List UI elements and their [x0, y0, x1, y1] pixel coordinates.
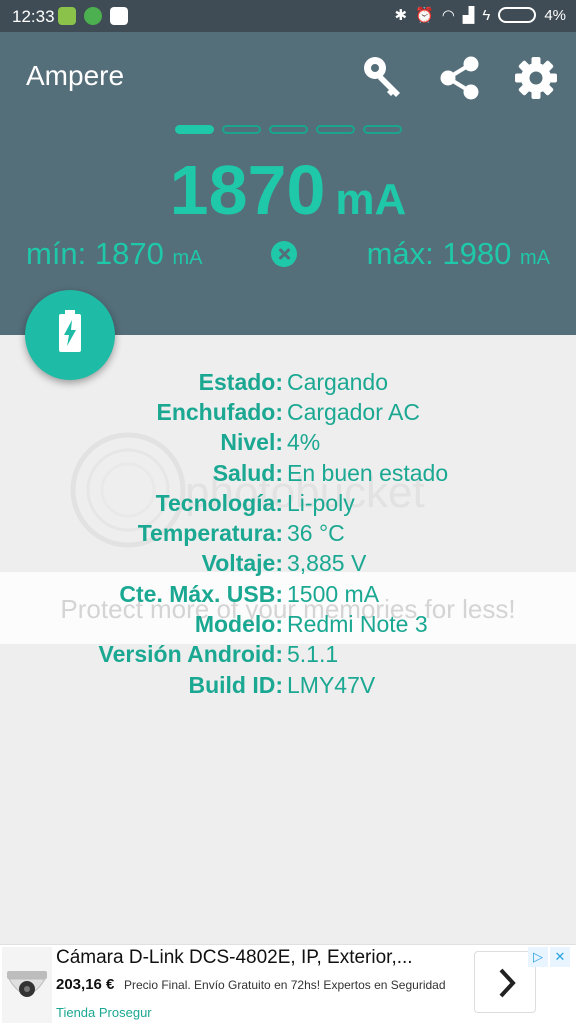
ad-store[interactable]: Tienda Prosegur [56, 1005, 152, 1020]
page-dot[interactable] [175, 125, 214, 134]
min-label: mín: [26, 236, 87, 271]
info-row: Versión Android: 5.1.1 [0, 640, 576, 670]
current-reading: 1870 mA [0, 150, 576, 230]
ad-title[interactable]: Cámara D-Link DCS-4802E, IP, Exterior,..… [56, 947, 413, 969]
info-row: Nivel: 4% [0, 428, 576, 458]
max-label: máx: [366, 236, 434, 271]
max-value: 1980 [442, 236, 512, 271]
info-row: Temperatura: 36 °C [0, 518, 576, 548]
charging-icon: ϟ [482, 6, 491, 24]
signal-icon: ▟ [462, 7, 475, 24]
info-label: Salud: [212, 459, 283, 486]
info-value: En buen estado [287, 459, 449, 486]
current-value: 1870 [169, 151, 326, 229]
status-bar: 12:33 ✱ ⏰ ◠ ▟ ϟ 4% [0, 0, 576, 32]
max-unit: mA [520, 247, 550, 269]
info-label: Cte. Máx. USB: [119, 580, 283, 607]
adchoices-icon[interactable]: ▷ [528, 947, 548, 967]
share-icon[interactable] [438, 54, 482, 102]
info-label: Nivel: [220, 429, 283, 456]
info-value: LMY47V [287, 671, 376, 698]
battery-app-notification-icon [58, 7, 76, 25]
page-dot[interactable] [363, 125, 402, 134]
page-dot[interactable] [269, 125, 308, 134]
info-row: Voltaje: 3,885 V [0, 549, 576, 579]
battery-charging-icon [59, 310, 81, 352]
battery-percent: 4% [544, 6, 566, 24]
min-value: 1870 [94, 236, 164, 271]
info-value: Redmi Note 3 [287, 611, 428, 638]
reset-minmax-icon[interactable] [271, 241, 297, 267]
current-unit: mA [335, 175, 407, 224]
info-value: 3,885 V [287, 550, 367, 577]
info-label: Voltaje: [201, 550, 283, 577]
key-icon[interactable] [362, 54, 406, 102]
page-dot[interactable] [222, 125, 261, 134]
info-label: Tecnología: [155, 489, 283, 516]
info-value: Li-poly [287, 489, 355, 516]
info-value: Cargando [287, 368, 389, 395]
info-row: Cte. Máx. USB: 1500 mA [0, 579, 576, 609]
info-label: Versión Android: [98, 641, 283, 668]
ad-banner[interactable]: Cámara D-Link DCS-4802E, IP, Exterior,..… [0, 944, 576, 1024]
alarm-icon: ⏰ [415, 7, 434, 24]
status-time: 12:33 [12, 7, 55, 26]
info-row: Tecnología: Li-poly [0, 488, 576, 518]
info-value: 4% [287, 429, 321, 456]
info-row: Build ID: LMY47V [0, 670, 576, 700]
info-label: Build ID: [188, 671, 283, 698]
ad-choices[interactable]: ▷ ✕ [528, 947, 570, 967]
info-value: 36 °C [287, 520, 345, 547]
info-row: Salud: En buen estado [0, 458, 576, 488]
bluetooth-icon: ✱ [394, 7, 408, 24]
info-value: 1500 mA [287, 580, 380, 607]
min-reading: mín: 1870 mA [26, 236, 203, 272]
min-unit: mA [172, 247, 203, 269]
info-row: Modelo: Redmi Note 3 [0, 609, 576, 639]
info-label: Enchufado: [156, 398, 284, 425]
ad-close-icon[interactable]: ✕ [550, 947, 570, 967]
ad-open-button[interactable] [474, 951, 536, 1013]
info-value: 5.1.1 [287, 641, 339, 668]
ad-description: Precio Final. Envío Gratuito en 72hs! Ex… [124, 978, 446, 992]
ad-price: 203,16 € [56, 976, 115, 993]
max-reading: máx: 1980 mA [367, 236, 550, 272]
info-row: Enchufado: Cargador AC [0, 397, 576, 427]
wifi-icon: ◠ [441, 7, 455, 24]
whatsapp-notification-icon [84, 7, 102, 25]
info-label: Temperatura: [137, 520, 283, 547]
settings-icon[interactable] [514, 54, 558, 102]
play-store-notification-icon [110, 7, 128, 25]
camera-ad-image [2, 947, 52, 1023]
page-dot[interactable] [316, 125, 355, 134]
battery-info-list: Estado: Cargando Enchufado: Cargador AC Nive… [0, 367, 576, 700]
info-value: Cargador AC [287, 398, 420, 425]
battery-fab[interactable] [25, 290, 115, 380]
app-title: Ampere [26, 60, 125, 91]
battery-icon [498, 7, 537, 23]
page-indicator [175, 125, 402, 134]
info-label: Modelo: [194, 611, 283, 638]
